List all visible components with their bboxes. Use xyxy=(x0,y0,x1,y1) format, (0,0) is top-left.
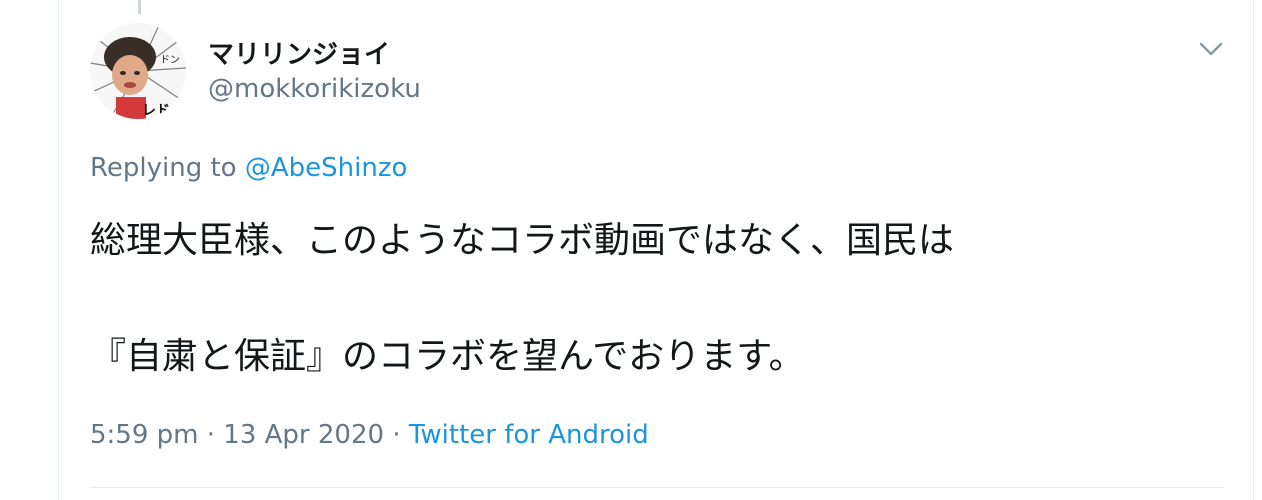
svg-text:ドン: ドン xyxy=(160,55,180,66)
tweet-text-line-1: 総理大臣様、このようなコラボ動画ではなく、国民は xyxy=(90,220,955,261)
author-display-name[interactable]: マリリンジョイ xyxy=(208,34,390,71)
meta-separator: · xyxy=(392,420,401,450)
tweet-date-link[interactable]: 13 Apr 2020 xyxy=(223,420,384,450)
avatar-image: ドン レド xyxy=(90,23,186,119)
author-handle[interactable]: @mokkorikizoku xyxy=(208,74,421,104)
tweet-time-link[interactable]: 5:59 pm xyxy=(90,420,198,450)
tweet-source-link[interactable]: Twitter for Android xyxy=(409,420,649,450)
chevron-down-icon xyxy=(1199,42,1223,56)
meta-separator: · xyxy=(206,420,216,450)
replying-to-line: Replying to @AbeShinzo xyxy=(90,153,407,183)
divider xyxy=(90,487,1224,488)
replying-to-mention-link[interactable]: @AbeShinzo xyxy=(245,153,408,183)
tweet-menu-button[interactable] xyxy=(1196,34,1226,64)
tweet-text-blank-line xyxy=(90,270,1220,328)
tweet-text-line-2: 『自粛と保証』のコラボを望んでおります。 xyxy=(90,336,805,377)
replying-to-prefix: Replying to xyxy=(90,153,237,183)
tweet-metadata: 5:59 pm · 13 Apr 2020 · Twitter for Andr… xyxy=(90,420,649,450)
thread-connector-line xyxy=(138,0,141,14)
avatar[interactable]: ドン レド xyxy=(90,23,186,119)
tweet-text: 総理大臣様、このようなコラボ動画ではなく、国民は 『自粛と保証』のコラボを望んで… xyxy=(90,212,1220,386)
